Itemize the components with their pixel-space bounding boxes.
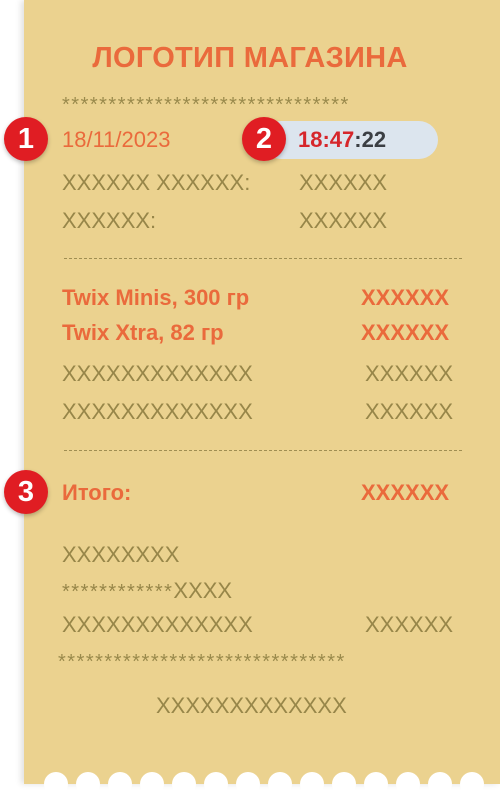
receipt-time: 18:47:22 [298, 127, 386, 153]
item-1-price: XXXXXX [361, 285, 450, 310]
item-2-name: Twix Xtra, 82 гр [62, 320, 224, 345]
total-value: XXXXXX [361, 480, 450, 505]
stars-divider-bottom: ******************************* [58, 651, 346, 673]
footer-center-text: XXXXXXXXXXXXX [156, 693, 347, 718]
footer-line-1: XXXXXXXX [62, 542, 180, 567]
item-3-price: XXXXXX [365, 361, 454, 386]
badge-2: 2 [242, 117, 286, 161]
item-3-name: XXXXXXXXXXXXX [62, 361, 253, 386]
item-4-price: XXXXXX [365, 399, 454, 424]
item-1-name: Twix Minis, 300 гр [62, 285, 250, 310]
time-seconds: :22 [354, 127, 387, 152]
total-label: Итого: [62, 480, 132, 505]
receipt-date: 18/11/2023 [62, 127, 171, 152]
info-row-1-label: XXXXXX XXXXXX: [62, 170, 251, 195]
footer-line-2-x: XXXX [173, 578, 233, 603]
item-2-price: XXXXXX [361, 320, 450, 345]
info-row-1-value: XXXXXX [299, 170, 388, 195]
footer-line-2-stars: ************ [62, 581, 174, 603]
footer-line-2: ************XXXX [62, 578, 232, 604]
badge-3: 3 [4, 470, 48, 514]
dashed-divider-1 [64, 258, 462, 259]
item-4-name: XXXXXXXXXXXXX [62, 399, 253, 424]
time-hours-minutes: 18:47 [298, 127, 355, 152]
dashed-divider-2 [64, 450, 462, 451]
stars-divider-top: ******************************* [62, 94, 350, 116]
footer-line-3-value: XXXXXX [365, 612, 454, 637]
store-logo-title: ЛОГОТИП МАГАЗИНА [92, 42, 408, 74]
info-row-2-value: XXXXXX [299, 208, 388, 233]
receipt-torn-edge [24, 772, 500, 796]
footer-line-3-label: XXXXXXXXXXXXX [62, 612, 253, 637]
badge-1: 1 [4, 117, 48, 161]
info-row-2-label: XXXXXX: [62, 208, 157, 233]
